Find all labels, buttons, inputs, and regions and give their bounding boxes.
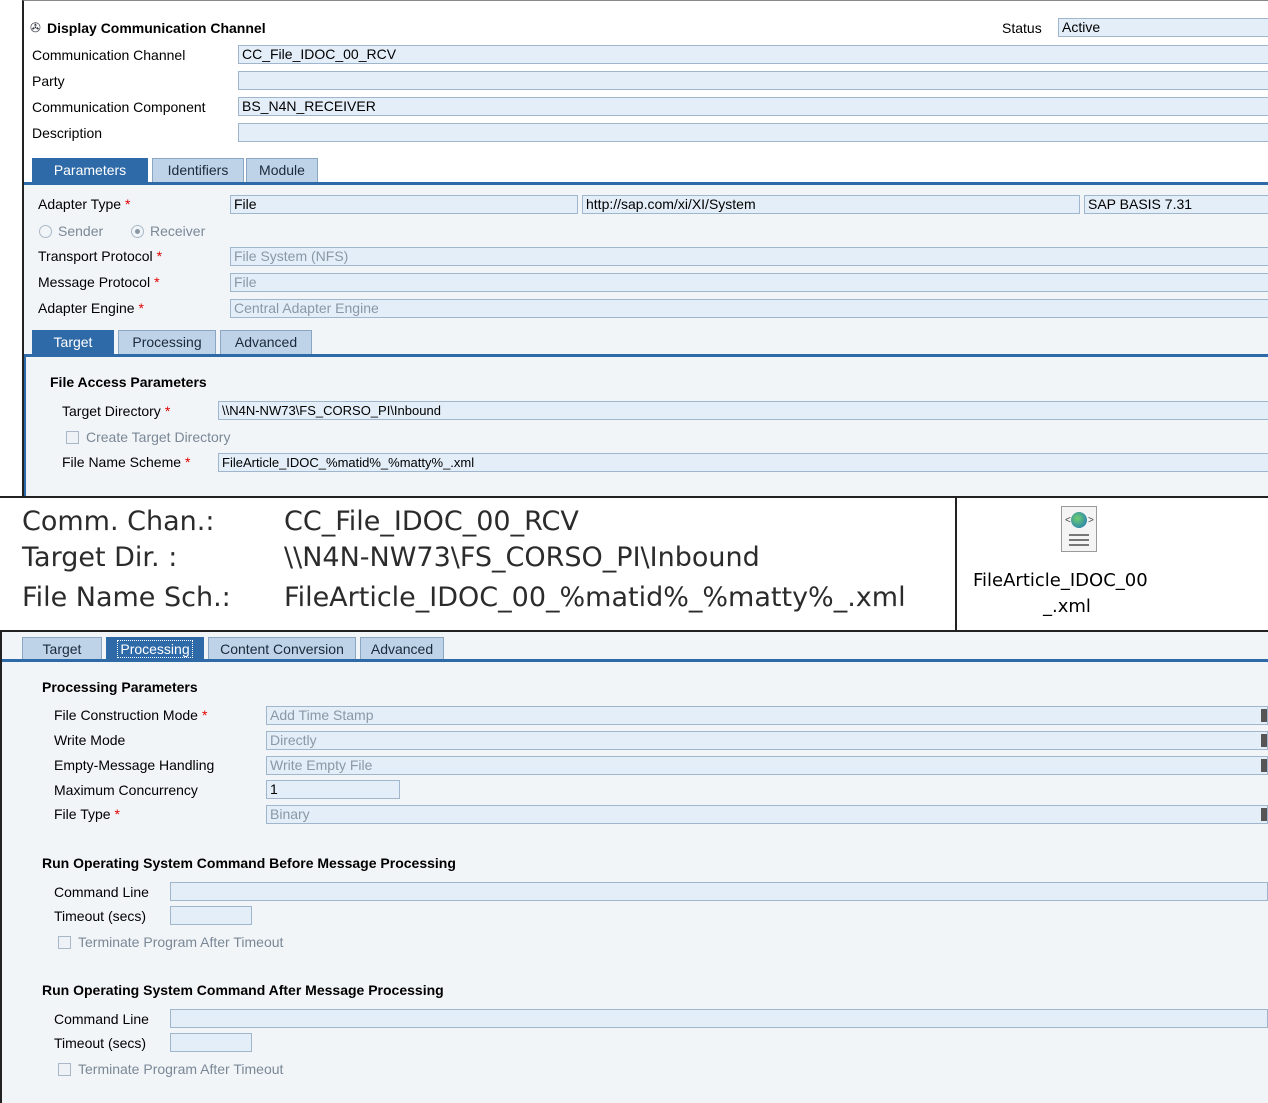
after-command-line-label: Command Line: [54, 1011, 149, 1027]
after-timeout-label: Timeout (secs): [54, 1035, 147, 1051]
tab-advanced-2[interactable]: Advanced: [360, 637, 444, 661]
target-content: File Access Parameters Target Directory *…: [24, 357, 1268, 497]
adapter-type-field[interactable]: File: [230, 195, 578, 214]
sub-tabs: Target Processing Advanced: [24, 330, 1268, 356]
summary-panel: Comm. Chan.: CC_File_IDOC_00_RCV Target …: [0, 498, 1268, 630]
file-type-select[interactable]: Binary: [266, 805, 1268, 824]
tab-target-2[interactable]: Target: [22, 637, 102, 661]
parameters-content: Adapter Type * File http://sap.com/xi/XI/…: [24, 185, 1268, 497]
empty-message-handling-select[interactable]: Write Empty File: [266, 756, 1268, 775]
file-name-scheme-field[interactable]: FileArticle_IDOC_%matid%_%matty%_.xml: [218, 453, 1268, 472]
status-label: Status: [1002, 20, 1042, 36]
adapter-swc-field[interactable]: SAP BASIS 7.31: [1084, 195, 1268, 214]
file-name-scheme-label: File Name Scheme *: [62, 454, 191, 470]
adapter-engine-field[interactable]: Central Adapter Engine: [230, 299, 1268, 318]
sender-radio[interactable]: [39, 225, 52, 238]
adapter-engine-label: Adapter Engine *: [38, 300, 144, 316]
communication-component-label: Communication Component: [32, 99, 206, 115]
max-concurrency-field[interactable]: 1: [266, 780, 400, 799]
summary-file-name-value: FileArticle_IDOC_00_%matid%_%matty%_.xml: [284, 582, 906, 613]
target-directory-label: Target Directory *: [62, 403, 171, 419]
target-directory-field[interactable]: \\N4N-NW73\FS_CORSO_PI\Inbound: [218, 401, 1268, 420]
write-mode-select[interactable]: Directly: [266, 731, 1268, 750]
dropdown-icon[interactable]: [1261, 734, 1267, 747]
dropdown-icon[interactable]: [1261, 808, 1267, 821]
tab-processing-2[interactable]: Processing: [106, 637, 204, 661]
description-field[interactable]: [238, 123, 1268, 142]
create-target-dir-label: Create Target Directory: [86, 429, 231, 445]
after-terminate-label: Terminate Program After Timeout: [78, 1061, 284, 1077]
before-command-line-label: Command Line: [54, 884, 149, 900]
file-access-title: File Access Parameters: [50, 374, 207, 390]
before-processing-title: Run Operating System Command Before Mess…: [42, 855, 456, 871]
file-type-label: File Type *: [54, 806, 120, 822]
party-label: Party: [32, 73, 65, 89]
receiver-radio[interactable]: [131, 225, 144, 238]
tab-processing[interactable]: Processing: [118, 330, 216, 354]
after-processing-title: Run Operating System Command After Messa…: [42, 982, 444, 998]
main-tabs: Parameters Identifiers Module: [24, 158, 1268, 184]
communication-channel-label: Communication Channel: [32, 47, 186, 63]
tab-parameters[interactable]: Parameters: [32, 158, 148, 182]
file-name-line1: FileArticle_IDOC_00: [973, 570, 1148, 591]
tab-content-conversion[interactable]: Content Conversion: [208, 637, 356, 661]
channel-icon: ✇: [30, 20, 41, 35]
tab-identifiers[interactable]: Identifiers: [152, 158, 244, 182]
tab-target[interactable]: Target: [32, 330, 114, 354]
tab-module[interactable]: Module: [246, 158, 318, 182]
file-construction-mode-select[interactable]: Add Time Stamp: [266, 706, 1268, 725]
sender-label: Sender: [58, 223, 104, 239]
transport-protocol-label: Transport Protocol *: [38, 248, 163, 264]
xml-file-icon: < >: [1061, 506, 1097, 552]
file-box: < > FileArticle_IDOC_00 _.xml: [955, 498, 1268, 630]
bottom-panel: Target Processing Content Conversion Adv…: [0, 632, 1268, 1103]
max-concurrency-label: Maximum Concurrency: [54, 782, 198, 798]
adapter-namespace-field[interactable]: http://sap.com/xi/XI/System: [582, 195, 1080, 214]
summary-target-dir-value: \\N4N-NW73\FS_CORSO_PI\Inbound: [284, 542, 760, 573]
file-construction-mode-label: File Construction Mode *: [54, 707, 208, 723]
before-command-line-field[interactable]: [170, 882, 1268, 901]
before-timeout-label: Timeout (secs): [54, 908, 147, 924]
description-label: Description: [32, 125, 103, 141]
status-field[interactable]: Active: [1058, 18, 1268, 37]
create-target-dir-checkbox[interactable]: [66, 431, 79, 444]
summary-target-dir-label: Target Dir. :: [22, 542, 178, 573]
after-timeout-field[interactable]: [170, 1033, 252, 1052]
write-mode-label: Write Mode: [54, 732, 126, 748]
adapter-type-label: Adapter Type *: [38, 196, 131, 212]
after-command-line-field[interactable]: [170, 1009, 1268, 1028]
message-protocol-field[interactable]: File: [230, 273, 1268, 292]
before-timeout-field[interactable]: [170, 906, 252, 925]
processing-params-title: Processing Parameters: [42, 679, 198, 695]
summary-comm-chan-label: Comm. Chan.:: [22, 506, 215, 537]
before-terminate-label: Terminate Program After Timeout: [78, 934, 284, 950]
communication-component-field[interactable]: BS_N4N_RECEIVER: [238, 97, 1268, 116]
communication-channel-field[interactable]: CC_File_IDOC_00_RCV: [238, 45, 1268, 64]
summary-comm-chan-value: CC_File_IDOC_00_RCV: [284, 506, 579, 537]
tab-advanced[interactable]: Advanced: [220, 330, 312, 354]
after-terminate-checkbox[interactable]: [58, 1063, 71, 1076]
top-panel: ✇ Display Communication Channel Status A…: [22, 0, 1268, 497]
file-name-line2: _.xml: [1043, 596, 1091, 617]
receiver-label: Receiver: [150, 223, 206, 239]
summary-file-name-label: File Name Sch.:: [22, 582, 231, 613]
before-terminate-checkbox[interactable]: [58, 936, 71, 949]
processing-tab-line: [2, 659, 1268, 662]
dropdown-icon[interactable]: [1261, 759, 1267, 772]
page-title: Display Communication Channel: [47, 20, 266, 36]
transport-protocol-field[interactable]: File System (NFS): [230, 247, 1268, 266]
empty-message-handling-label: Empty-Message Handling: [54, 757, 215, 773]
message-protocol-label: Message Protocol *: [38, 274, 160, 290]
party-field[interactable]: [238, 71, 1268, 90]
dropdown-icon[interactable]: [1261, 709, 1267, 722]
